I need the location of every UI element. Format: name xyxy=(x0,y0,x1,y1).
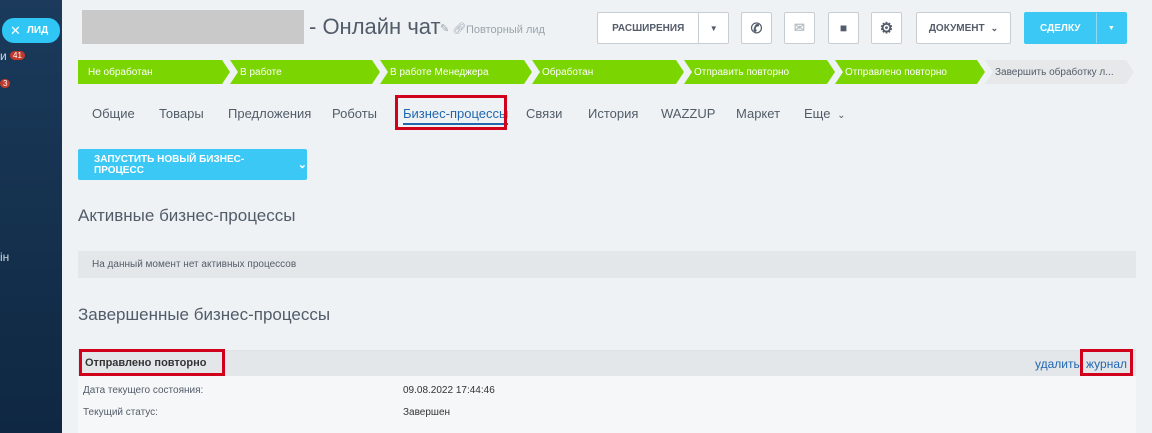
document-label: ДОКУМЕНТ xyxy=(928,22,985,34)
phone-icon: ✆ xyxy=(750,19,763,36)
no-active-processes-message: На данный момент нет активных процессов xyxy=(78,251,1136,278)
launch-button-label: ЗАПУСТИТЬ НОВЫЙ БИЗНЕС-ПРОЦЕСС xyxy=(94,153,245,176)
tab-products[interactable]: Товары xyxy=(159,106,204,121)
completed-process-card: Отправлено повторно удалить журнал Дата … xyxy=(78,350,1136,433)
state-date-label: Дата текущего состояния: xyxy=(83,385,204,396)
stage-in-work[interactable]: В работе xyxy=(230,60,380,84)
stage-not-processed[interactable]: Не обработан xyxy=(78,60,230,84)
email-button[interactable]: ✉ xyxy=(784,12,815,44)
settings-button[interactable]: ⚙ xyxy=(871,12,902,44)
sidebar-text-1: и xyxy=(0,49,7,63)
edit-pencil-icon[interactable]: ✎ xyxy=(440,23,449,35)
chevron-down-icon[interactable]: ▼ xyxy=(1095,13,1126,43)
completed-processes-title: Завершенные бизнес-процессы xyxy=(78,305,331,324)
document-button[interactable]: ДОКУМЕНТ ⌄ xyxy=(916,12,1011,44)
tab-more[interactable]: Еще ⌄ xyxy=(804,106,845,121)
highlight-journal-link xyxy=(1080,349,1133,376)
empty-text: На данный момент нет активных процессов xyxy=(92,259,297,270)
lead-name-redacted xyxy=(82,10,304,44)
stage-finish-processing[interactable]: Завершить обработку л... xyxy=(985,60,1134,84)
call-button[interactable]: ✆ xyxy=(741,12,772,44)
chat-icon: ■ xyxy=(839,21,848,35)
main-area: - Онлайн чат ✎ 🔗︎ Повторный лид РАСШИРЕН… xyxy=(62,0,1152,433)
counter-badge-2: 3 xyxy=(0,79,11,88)
repeat-lead-label: Повторный лид xyxy=(466,24,545,36)
stage-in-work-manager[interactable]: В работе Менеджера xyxy=(380,60,532,84)
launch-business-process-button[interactable]: ЗАПУСТИТЬ НОВЫЙ БИЗНЕС-ПРОЦЕСС ⌄ xyxy=(78,149,307,180)
chevron-down-icon[interactable]: ▼ xyxy=(698,13,728,43)
create-deal-button[interactable]: СДЕЛКУ ▼ xyxy=(1024,12,1127,44)
tab-market[interactable]: Маркет xyxy=(736,106,780,121)
lid-tab[interactable]: ✕ ЛИД xyxy=(2,18,60,43)
stage-sent-again[interactable]: Отправлено повторно xyxy=(835,60,985,84)
current-status-value: Завершен xyxy=(403,407,451,418)
tab-wazzup[interactable]: WAZZUP xyxy=(661,106,715,121)
gear-icon: ⚙ xyxy=(879,20,894,37)
create-deal-label: СДЕЛКУ xyxy=(1040,22,1081,34)
highlight-process-name xyxy=(79,349,225,376)
envelope-icon: ✉ xyxy=(794,20,805,35)
chevron-down-icon: ⌄ xyxy=(990,22,999,33)
page-title: - Онлайн чат xyxy=(309,14,441,39)
extensions-button[interactable]: РАСШИРЕНИЯ ▼ xyxy=(597,12,729,44)
chevron-down-icon: ⌄ xyxy=(297,159,307,171)
tab-robots[interactable]: Роботы xyxy=(332,106,377,121)
lid-tab-label: ЛИД xyxy=(26,25,49,36)
sidebar-text-2: ін xyxy=(0,250,10,264)
tab-offers[interactable]: Предложения xyxy=(228,106,311,121)
delete-link[interactable]: удалить xyxy=(1035,357,1080,371)
counter-badge-1: 41 xyxy=(10,51,25,60)
chat-button[interactable]: ■ xyxy=(828,12,859,44)
tab-history[interactable]: История xyxy=(588,106,638,121)
left-sidebar: ✕ ЛИД и 41 3 ін xyxy=(0,0,62,433)
link-icon[interactable]: 🔗︎ xyxy=(452,23,466,35)
tab-more-label: Еще xyxy=(804,106,831,121)
tab-links[interactable]: Связи xyxy=(526,106,562,121)
close-icon[interactable]: ✕ xyxy=(10,23,21,39)
active-processes-title: Активные бизнес-процессы xyxy=(78,206,296,225)
extensions-label: РАСШИРЕНИЯ xyxy=(612,22,685,34)
stage-progress-bar: Не обработан В работе В работе Менеджера… xyxy=(78,60,1134,84)
process-header: Отправлено повторно удалить журнал xyxy=(78,351,1136,376)
stage-send-again[interactable]: Отправить повторно xyxy=(684,60,835,84)
tab-general[interactable]: Общие xyxy=(92,106,135,121)
current-status-label: Текущий статус: xyxy=(83,407,158,418)
stage-processed[interactable]: Обработан xyxy=(532,60,684,84)
chevron-down-icon: ⌄ xyxy=(837,110,846,121)
highlight-tab-business-processes xyxy=(395,95,507,130)
state-date-value: 09.08.2022 17:44:46 xyxy=(403,385,495,396)
